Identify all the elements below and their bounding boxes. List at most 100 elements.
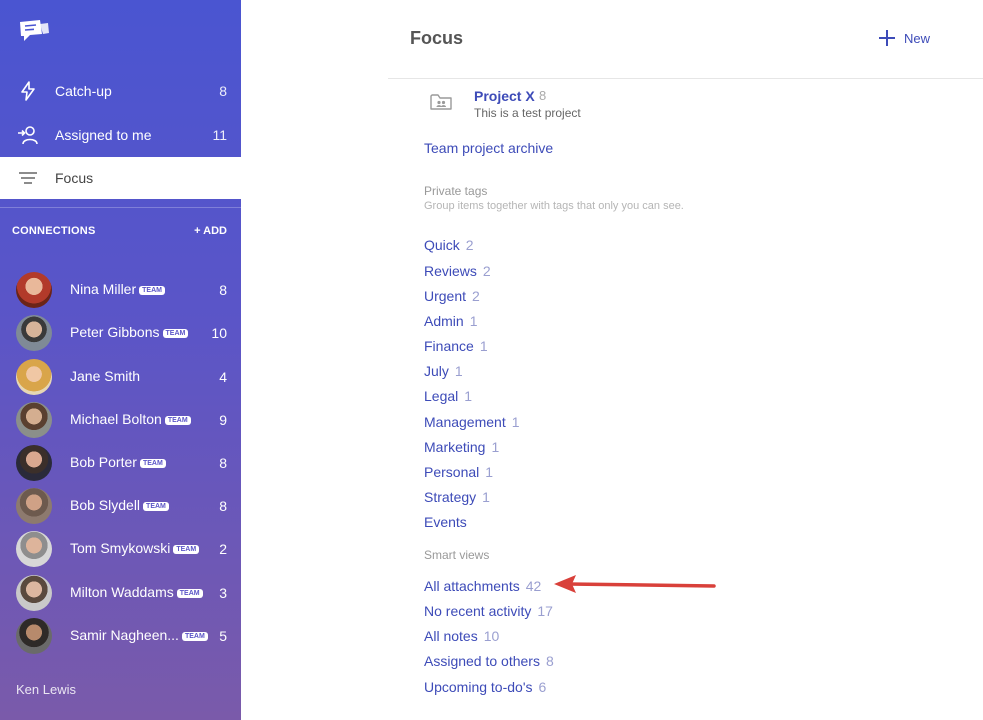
contact-name: Bob Slydell bbox=[70, 497, 141, 513]
tag-label: Personal bbox=[424, 464, 480, 480]
tag-count: 1 bbox=[482, 489, 490, 505]
tag-item-marketing[interactable]: Marketing 1 bbox=[424, 439, 499, 455]
smart-view-label: No recent activity bbox=[424, 603, 532, 619]
tag-label: Reviews bbox=[424, 263, 477, 279]
current-user-name[interactable]: Ken Lewis bbox=[16, 682, 76, 697]
avatar bbox=[16, 575, 52, 611]
contact-item[interactable]: Michael Bolton TEAM 9 bbox=[0, 400, 241, 440]
tag-count: 1 bbox=[485, 464, 494, 480]
tag-item-events[interactable]: Events bbox=[424, 514, 467, 530]
smart-view-count: 17 bbox=[537, 603, 553, 619]
contact-item[interactable]: Milton Waddams TEAM 3 bbox=[0, 573, 241, 613]
menu-lines-icon bbox=[17, 167, 39, 189]
smart-view-all-attachments[interactable]: All attachments 42 bbox=[424, 578, 541, 594]
nav-assigned-to-me[interactable]: Assigned to me 11 bbox=[0, 114, 241, 156]
new-button[interactable]: New bbox=[878, 29, 930, 47]
smart-view-label: Upcoming to-do's bbox=[424, 679, 533, 695]
contact-count: 9 bbox=[219, 412, 227, 428]
tag-count: 1 bbox=[464, 388, 473, 404]
sidebar-divider bbox=[0, 207, 241, 208]
tag-item-reviews[interactable]: Reviews 2 bbox=[424, 263, 491, 279]
avatar bbox=[16, 402, 52, 438]
team-badge: TEAM bbox=[181, 632, 208, 641]
team-badge: TEAM bbox=[164, 416, 191, 425]
nav-catch-up[interactable]: Catch-up 8 bbox=[0, 70, 241, 112]
smart-view-count: 6 bbox=[538, 679, 547, 695]
tag-label: Quick bbox=[424, 237, 460, 253]
contact-item[interactable]: Peter Gibbons TEAM 10 bbox=[0, 313, 241, 353]
smart-view-upcoming-todos[interactable]: Upcoming to-do's 6 bbox=[424, 679, 546, 695]
avatar bbox=[16, 445, 52, 481]
header-divider bbox=[388, 78, 983, 79]
tag-item-finance[interactable]: Finance 1 bbox=[424, 338, 488, 354]
contact-item[interactable]: Nina Miller TEAM 8 bbox=[0, 270, 241, 310]
plus-icon bbox=[878, 29, 896, 47]
avatar bbox=[16, 488, 52, 524]
tag-label: Urgent bbox=[424, 288, 467, 304]
nav-label: Assigned to me bbox=[55, 127, 152, 143]
nav-count: 8 bbox=[219, 83, 227, 99]
tag-item-july[interactable]: July 1 bbox=[424, 363, 463, 379]
team-badge: TEAM bbox=[176, 589, 203, 598]
smart-view-no-recent-activity[interactable]: No recent activity 17 bbox=[424, 603, 553, 619]
smart-view-count: 10 bbox=[483, 628, 500, 644]
nav-focus[interactable]: Focus bbox=[0, 157, 241, 199]
app-logo-icon[interactable] bbox=[18, 18, 50, 44]
tag-count: 1 bbox=[479, 338, 488, 354]
avatar bbox=[16, 531, 52, 567]
contact-name: Bob Porter bbox=[70, 454, 137, 470]
private-tags-title: Private tags bbox=[424, 184, 488, 198]
contact-name: Michael Bolton bbox=[70, 411, 162, 427]
tag-item-legal[interactable]: Legal 1 bbox=[424, 388, 472, 404]
team-project-archive-link[interactable]: Team project archive bbox=[424, 140, 553, 156]
tag-item-personal[interactable]: Personal 1 bbox=[424, 464, 493, 480]
tag-label: Marketing bbox=[424, 439, 486, 455]
assigned-user-icon bbox=[17, 124, 39, 146]
contact-name: Jane Smith bbox=[70, 368, 141, 384]
team-badge: TEAM bbox=[139, 286, 165, 295]
team-badge: TEAM bbox=[143, 502, 169, 511]
contact-name: Nina Miller bbox=[70, 281, 137, 297]
project-description: This is a test project bbox=[474, 106, 581, 120]
tag-label: Strategy bbox=[424, 489, 477, 505]
tag-label: Finance bbox=[424, 338, 474, 354]
tag-label: Admin bbox=[424, 313, 464, 329]
new-button-label: New bbox=[904, 30, 931, 46]
contact-count: 10 bbox=[211, 325, 227, 341]
contact-item[interactable]: Samir Nagheen... TEAM 5 bbox=[0, 616, 241, 656]
contact-name: Milton Waddams bbox=[70, 584, 174, 600]
shared-folder-icon bbox=[430, 94, 452, 110]
contact-item[interactable]: Jane Smith 4 bbox=[0, 357, 241, 397]
nav-label: Catch-up bbox=[55, 83, 112, 99]
contact-item[interactable]: Bob Porter TEAM 8 bbox=[0, 443, 241, 483]
tag-item-management[interactable]: Management 1 bbox=[424, 414, 520, 430]
avatar bbox=[16, 272, 52, 308]
annotation-arrow-icon bbox=[554, 575, 716, 593]
smart-view-assigned-to-others[interactable]: Assigned to others 8 bbox=[424, 653, 554, 669]
project-count: 8 bbox=[539, 88, 547, 103]
smart-view-count: 8 bbox=[545, 653, 554, 669]
tag-item-strategy[interactable]: Strategy 1 bbox=[424, 489, 490, 505]
contact-name: Tom Smykowski bbox=[70, 540, 171, 556]
tag-label: July bbox=[424, 363, 449, 379]
tag-item-urgent[interactable]: Urgent 2 bbox=[424, 288, 480, 304]
lightning-icon bbox=[17, 80, 39, 102]
team-badge: TEAM bbox=[173, 545, 200, 554]
contact-count: 4 bbox=[219, 369, 227, 385]
contact-item[interactable]: Tom Smykowski TEAM 2 bbox=[0, 529, 241, 569]
tag-count: 1 bbox=[454, 363, 463, 379]
contact-item[interactable]: Bob Slydell TEAM 8 bbox=[0, 486, 241, 526]
smart-view-all-notes[interactable]: All notes 10 bbox=[424, 628, 499, 644]
contact-name: Samir Nagheen... bbox=[70, 627, 179, 643]
contact-count: 2 bbox=[219, 541, 227, 557]
project-name-link[interactable]: Project X bbox=[474, 88, 535, 104]
tag-item-admin[interactable]: Admin 1 bbox=[424, 313, 477, 329]
tag-label: Management bbox=[424, 414, 506, 430]
smart-view-label: Assigned to others bbox=[424, 653, 540, 669]
tag-item-quick[interactable]: Quick 2 bbox=[424, 237, 474, 253]
nav-count: 11 bbox=[212, 127, 227, 143]
add-connection-button[interactable]: + ADD bbox=[194, 225, 227, 237]
tag-label: Legal bbox=[424, 388, 459, 404]
private-tags-subtitle: Group items together with tags that only… bbox=[424, 200, 684, 212]
tag-count: 2 bbox=[482, 263, 491, 279]
